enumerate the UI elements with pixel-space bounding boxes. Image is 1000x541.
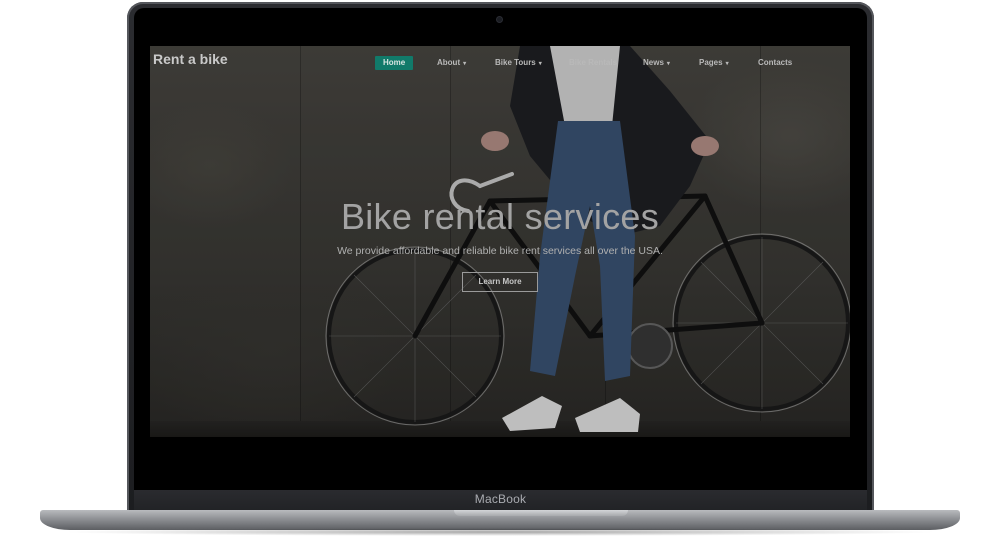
nav-item-label: Bike Rentals [569, 58, 618, 67]
nav-item-contacts[interactable]: Contacts [758, 56, 792, 70]
nav-item-news[interactable]: News ▾ [643, 56, 670, 70]
laptop-base-notch [454, 510, 628, 516]
chevron-down-icon: ▾ [463, 61, 467, 67]
hero-title: Bike rental services [340, 196, 660, 237]
camera-icon [497, 17, 502, 22]
nav-item-label: Bike Tours [495, 58, 536, 67]
learn-more-button[interactable]: Learn More [462, 272, 538, 292]
nav-item-label: About [437, 58, 461, 67]
laptop-shadow [60, 528, 940, 536]
nav-item-bike-rentals[interactable]: Bike Rentals [569, 56, 617, 70]
site-logo[interactable]: Rent a bike [153, 51, 228, 67]
nav-item-label: Pages [699, 58, 723, 67]
chevron-down-icon: ▾ [725, 61, 729, 67]
device-brand-label: MacBook [474, 492, 527, 506]
nav-item-label: Contacts [758, 58, 793, 67]
hero-subtitle: We provide affordable and reliable bike … [337, 245, 663, 257]
nav-item-label: Home [383, 58, 406, 67]
chevron-down-icon: ▾ [538, 61, 542, 67]
dark-overlay [150, 46, 850, 437]
nav-item-about[interactable]: About ▾ [437, 56, 466, 70]
nav-item-pages[interactable]: Pages ▾ [699, 56, 729, 70]
nav-item-bike-tours[interactable]: Bike Tours ▾ [495, 56, 542, 70]
website-screen: Rent a bike Home About ▾ Bike Tours ▾ Bike Re… [150, 46, 850, 437]
nav-item-home[interactable]: Home [375, 56, 414, 70]
nav-item-label: News [643, 58, 664, 67]
chevron-down-icon: ▾ [666, 61, 670, 67]
laptop-chin: MacBook [134, 490, 867, 510]
laptop-base [40, 510, 960, 530]
